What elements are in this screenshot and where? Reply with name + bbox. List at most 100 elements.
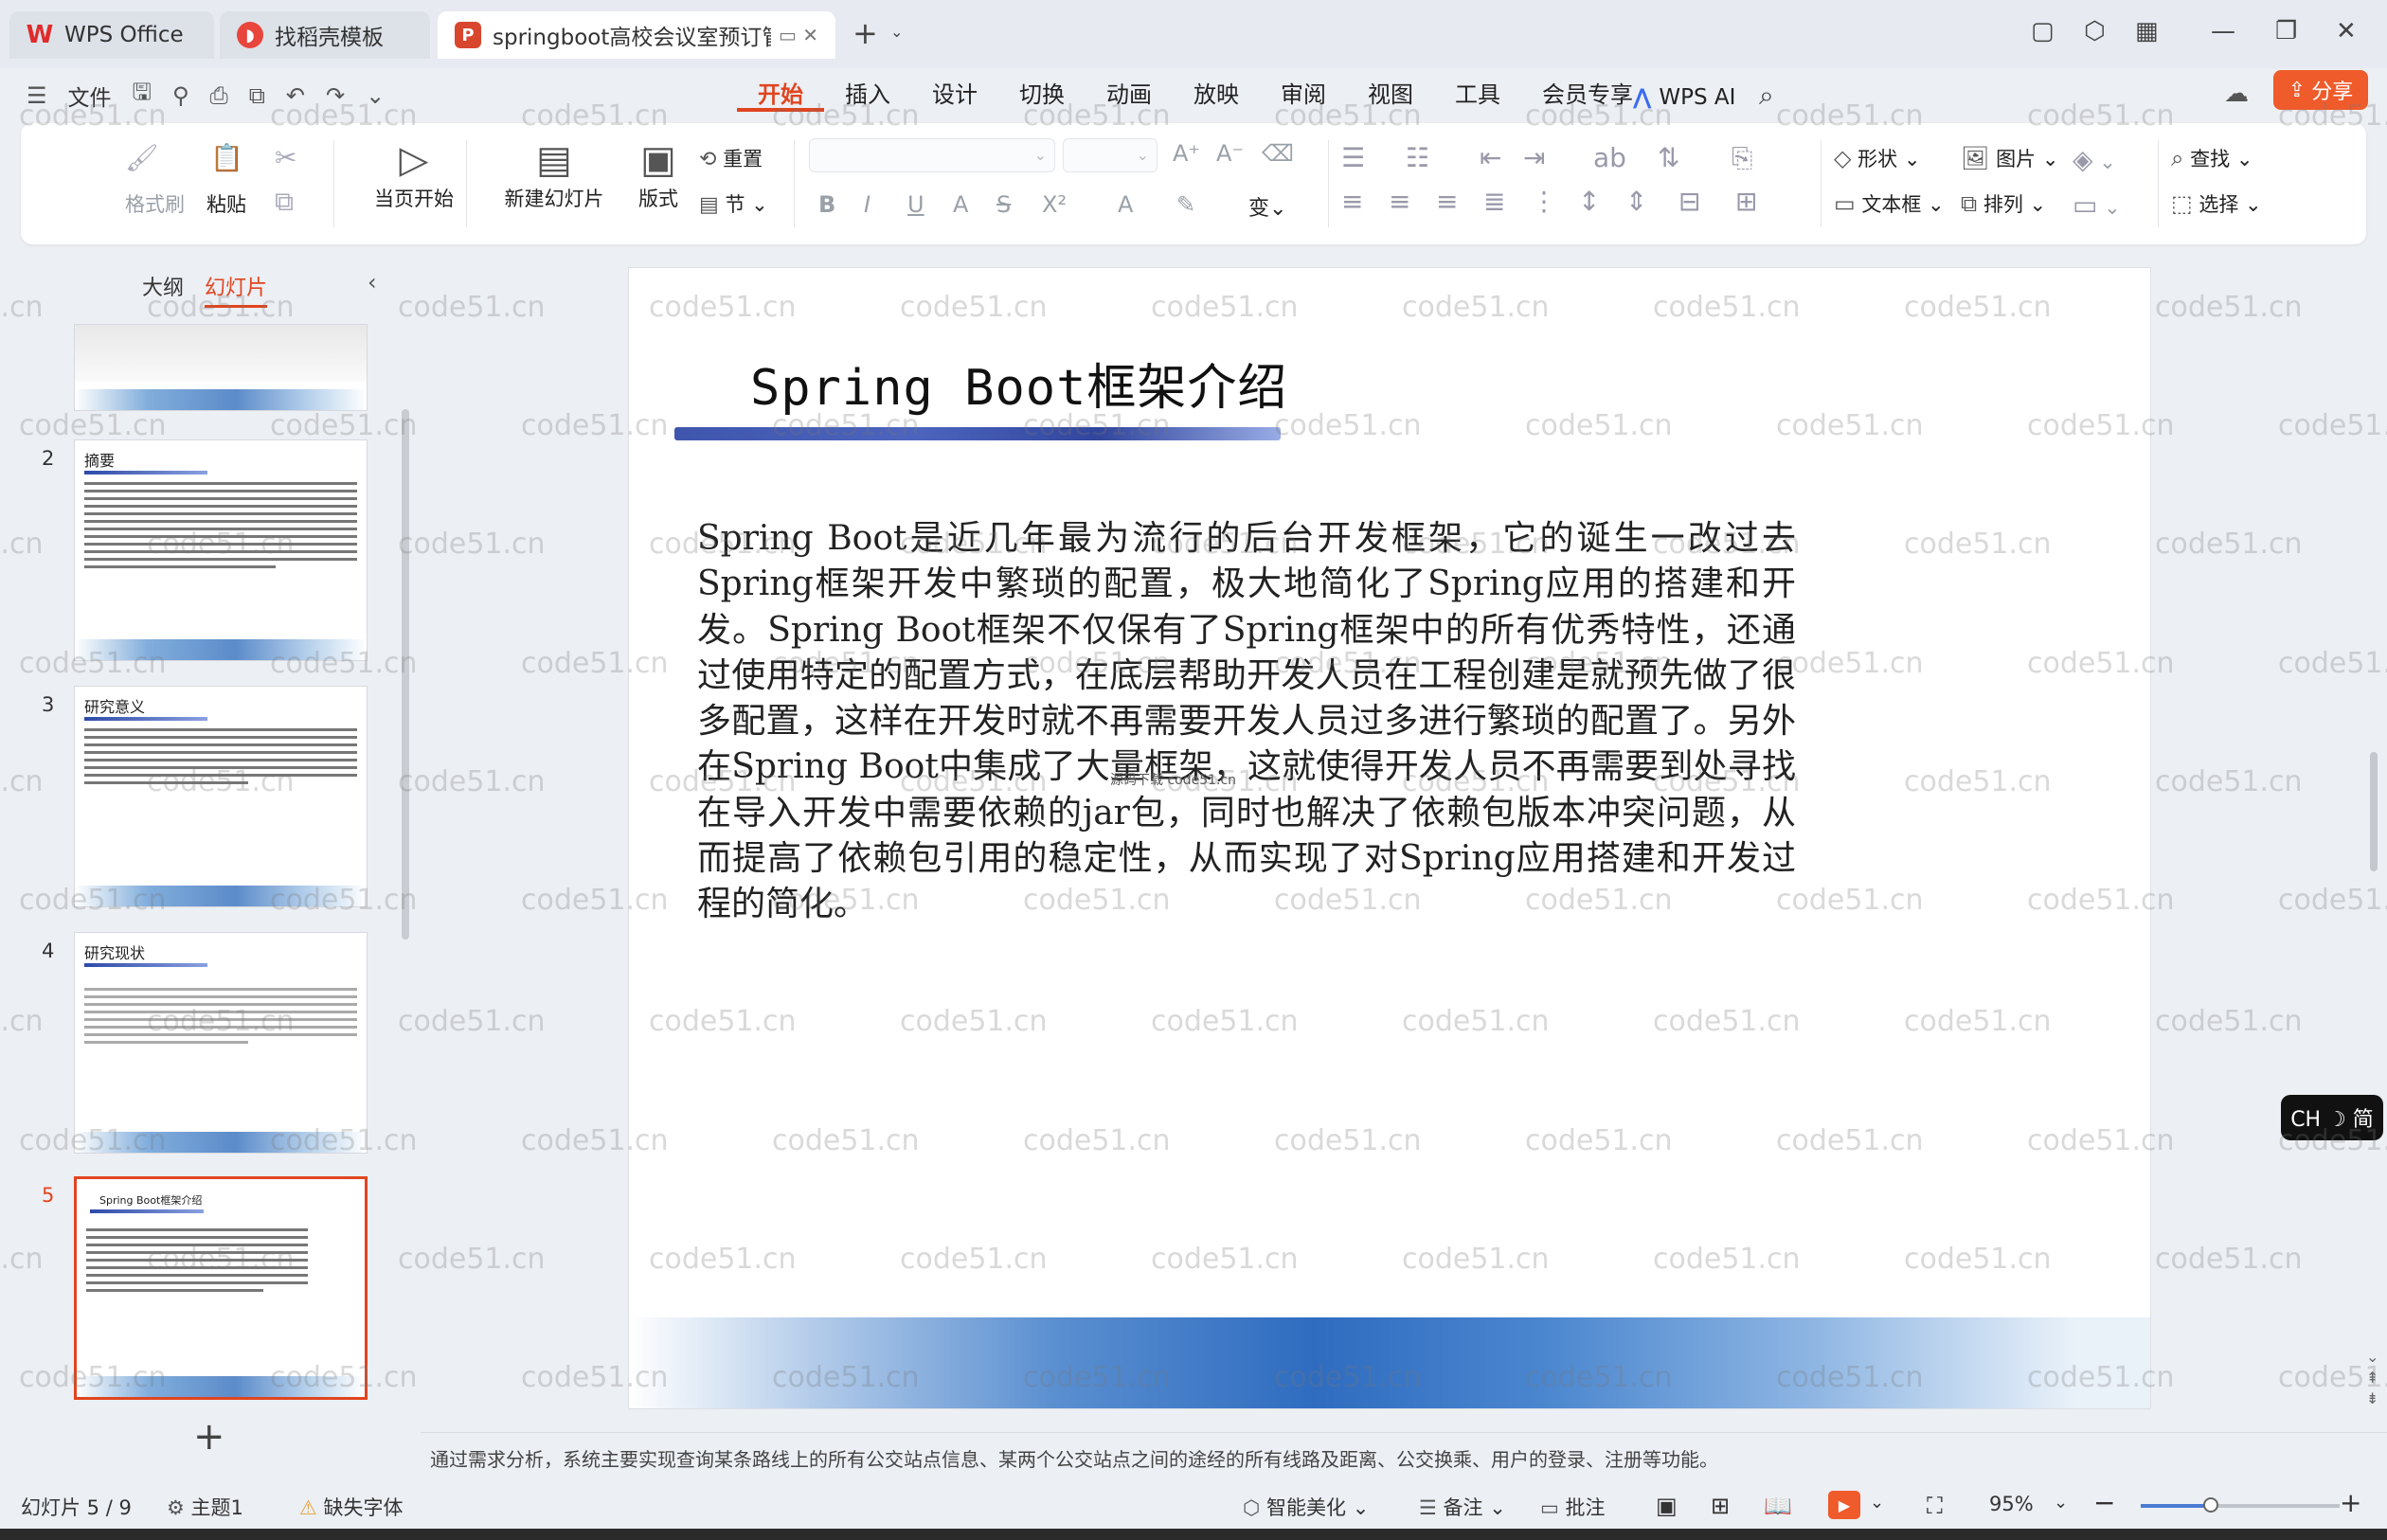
bullet-list-icon[interactable]: ☰ — [1341, 142, 1365, 173]
tab-slides[interactable]: 幻灯片 — [205, 271, 268, 308]
notes-toggle-button[interactable]: ☰ 备注 ⌄ — [1419, 1493, 1506, 1521]
close-tab-icon[interactable]: ✕ — [802, 24, 818, 46]
textbox-button[interactable]: ▭ 文本框 ⌄ — [1834, 189, 1945, 218]
arrange-button[interactable]: ⧉ 排列 ⌄ — [1961, 189, 2046, 218]
justify-icon[interactable]: ≣ — [1483, 186, 1505, 217]
find-button[interactable]: ⌕ 查找 ⌄ — [2171, 144, 2252, 172]
pin-icon[interactable]: ⚲ — [172, 82, 189, 109]
tab-outline[interactable]: 大纲 — [142, 271, 184, 308]
bold-icon[interactable]: B — [818, 191, 835, 218]
tab-view[interactable]: 视图 — [1347, 78, 1434, 112]
reading-view-icon[interactable]: 📖 — [1764, 1493, 1792, 1519]
picture-button[interactable]: 🖼 图片 ⌄ — [1961, 144, 2058, 172]
strikethrough-icon[interactable]: S — [996, 191, 1011, 218]
tab-home[interactable]: 开始 — [737, 78, 824, 112]
print-preview-icon[interactable]: ⧉ — [249, 82, 265, 109]
underline-icon[interactable]: U — [907, 191, 924, 218]
highlight-icon[interactable]: ✎ — [1176, 191, 1195, 218]
cloud-icon[interactable]: ☁ — [2224, 80, 2249, 108]
search-icon[interactable]: ⌕ — [1759, 80, 1774, 112]
undo-icon[interactable]: ↶ — [286, 82, 305, 109]
tab-wps-office[interactable]: W WPS Office — [9, 11, 214, 59]
tab-design[interactable]: 设计 — [911, 78, 998, 112]
paragraph-spacing-icon[interactable]: ⇕ — [1625, 186, 1647, 217]
normal-view-icon[interactable]: ▣ — [1656, 1493, 1678, 1519]
zoom-in-icon[interactable]: + — [2340, 1487, 2361, 1518]
share-button[interactable]: ⇪ 分享 — [2273, 70, 2368, 110]
decrease-font-icon[interactable]: A⁻ — [1216, 140, 1244, 167]
fit-window-icon[interactable]: ⛶ — [1927, 1493, 1943, 1519]
close-window-icon[interactable]: ✕ — [2336, 17, 2357, 45]
new-tab-icon[interactable]: + — [852, 15, 878, 51]
chevron-down-icon[interactable]: ⌄ — [2054, 1493, 2068, 1513]
increase-font-icon[interactable]: A⁺ — [1173, 140, 1200, 167]
notes-pane[interactable]: 通过需求分析，系统主要实现查询某条路线上的所有公交站点信息、某两个公交站点之间的… — [421, 1432, 2387, 1481]
align-center-icon[interactable]: ≡ — [1389, 186, 1410, 217]
add-slide-icon[interactable]: + — [193, 1415, 225, 1459]
slide-canvas[interactable]: Spring Boot框架介绍 Spring Boot是近几年最为流行的后台开发… — [629, 268, 2150, 1408]
select-button[interactable]: ⬚ 选择 ⌄ — [2171, 189, 2262, 218]
tab-tools[interactable]: 工具 — [1434, 78, 1521, 112]
hamburger-icon[interactable]: ☰ — [27, 82, 47, 109]
align-left-icon[interactable]: ≡ — [1341, 186, 1363, 217]
font-size-select[interactable]: ⌄ — [1063, 138, 1158, 172]
paste-icon[interactable]: 📋 — [210, 142, 243, 173]
vertical-align-icon[interactable]: ⊟ — [1678, 186, 1700, 217]
restore-icon[interactable]: ❐ — [2275, 17, 2297, 45]
wps-ai-button[interactable]: ⋀ WPS AI — [1633, 85, 1735, 110]
char-spacing-icon[interactable]: ab — [1593, 142, 1626, 173]
increase-indent-icon[interactable]: ⇥ — [1523, 142, 1545, 173]
zoom-slider-knob[interactable] — [2202, 1497, 2218, 1513]
tab-transitions[interactable]: 切换 — [998, 78, 1086, 112]
distribute-icon[interactable]: ⋮ — [1531, 186, 1557, 217]
superscript-icon[interactable]: X² — [1042, 191, 1067, 218]
zoom-out-icon[interactable]: − — [2093, 1487, 2115, 1518]
tab-slideshow[interactable]: 放映 — [1173, 78, 1260, 112]
layout-button[interactable]: ▣ 版式 — [616, 136, 701, 212]
tab-review[interactable]: 审阅 — [1260, 78, 1347, 112]
font-color-icon[interactable]: A — [1118, 191, 1133, 218]
line-spacing-icon[interactable]: ↕ — [1578, 186, 1600, 217]
smart-beautify-button[interactable]: ⬡ 智能美化 ⌄ — [1243, 1493, 1369, 1521]
slide-body-text[interactable]: Spring Boot是近几年最为流行的后台开发框架，它的诞生一改过去Sprin… — [697, 516, 1796, 928]
missing-font-indicator[interactable]: ⚠ 缺失字体 — [299, 1493, 404, 1521]
align-right-icon[interactable]: ≡ — [1436, 186, 1458, 217]
theme-indicator[interactable]: ⚙ 主题1 — [167, 1493, 243, 1521]
screen-icon[interactable]: ▭ — [779, 24, 797, 46]
chevron-down-icon[interactable]: ⌄ — [1870, 1493, 1884, 1513]
format-brush-button[interactable]: 格式刷 — [125, 189, 185, 218]
clear-format-icon[interactable]: ⌫ — [1262, 140, 1294, 167]
shape-button[interactable]: ◇ 形状 ⌄ — [1834, 144, 1920, 172]
italic-icon[interactable]: I — [864, 191, 870, 218]
numbered-list-icon[interactable]: ☷ — [1406, 142, 1429, 173]
decrease-indent-icon[interactable]: ⇤ — [1480, 142, 1501, 173]
file-menu[interactable]: 文件 — [68, 80, 112, 112]
canvas-scrollbar[interactable] — [2370, 752, 2378, 871]
slide-thumbnail-2[interactable]: 摘要 — [74, 439, 368, 661]
save-icon[interactable]: 🖫 — [133, 76, 152, 115]
cut-icon[interactable]: ✂ — [275, 142, 296, 173]
reset-button[interactable]: ⟲ 重置 — [699, 144, 763, 172]
chevron-down-icon[interactable]: ⌄ — [366, 82, 385, 109]
copy-icon[interactable]: ⧉ — [275, 186, 294, 218]
chevron-down-icon[interactable]: ⌄ — [890, 23, 903, 41]
window-layout-icon[interactable]: ▢ — [2031, 17, 2055, 45]
pane-scrollbar[interactable] — [402, 409, 409, 940]
collapse-pane-icon[interactable]: ‹ — [368, 269, 377, 295]
print-icon[interactable]: ⎙ — [210, 82, 228, 109]
play-slideshow-button[interactable]: ▶ — [1828, 1491, 1860, 1519]
outline-icon[interactable]: ▭ ⌄ — [2073, 189, 2121, 221]
fill-color-icon[interactable]: ◈ ⌄ — [2073, 144, 2116, 175]
convert-smartart-icon[interactable]: ⎘ — [1732, 142, 1752, 174]
slide-title[interactable]: Spring Boot框架介绍 — [750, 348, 1287, 419]
play-from-current-button[interactable]: ▷ 当页开始 — [343, 136, 485, 212]
comments-button[interactable]: ▭ 批注 — [1540, 1493, 1606, 1521]
columns-icon[interactable]: ⊞ — [1735, 186, 1757, 217]
slide-sorter-icon[interactable]: ⊞ — [1711, 1493, 1730, 1519]
zoom-level[interactable]: 95% — [1989, 1493, 2034, 1515]
slide-thumbnail-5[interactable]: Spring Boot框架介绍 — [74, 1176, 368, 1400]
new-slide-button[interactable]: ▤ 新建幻灯片 — [483, 136, 625, 212]
slide-thumbnail-3[interactable]: 研究意义 — [74, 686, 368, 907]
shadow-icon[interactable]: A — [953, 191, 968, 218]
notes-text[interactable]: 通过需求分析，系统主要实现查询某条路线上的所有公交站点信息、某两个公交站点之间的… — [430, 1444, 1718, 1472]
